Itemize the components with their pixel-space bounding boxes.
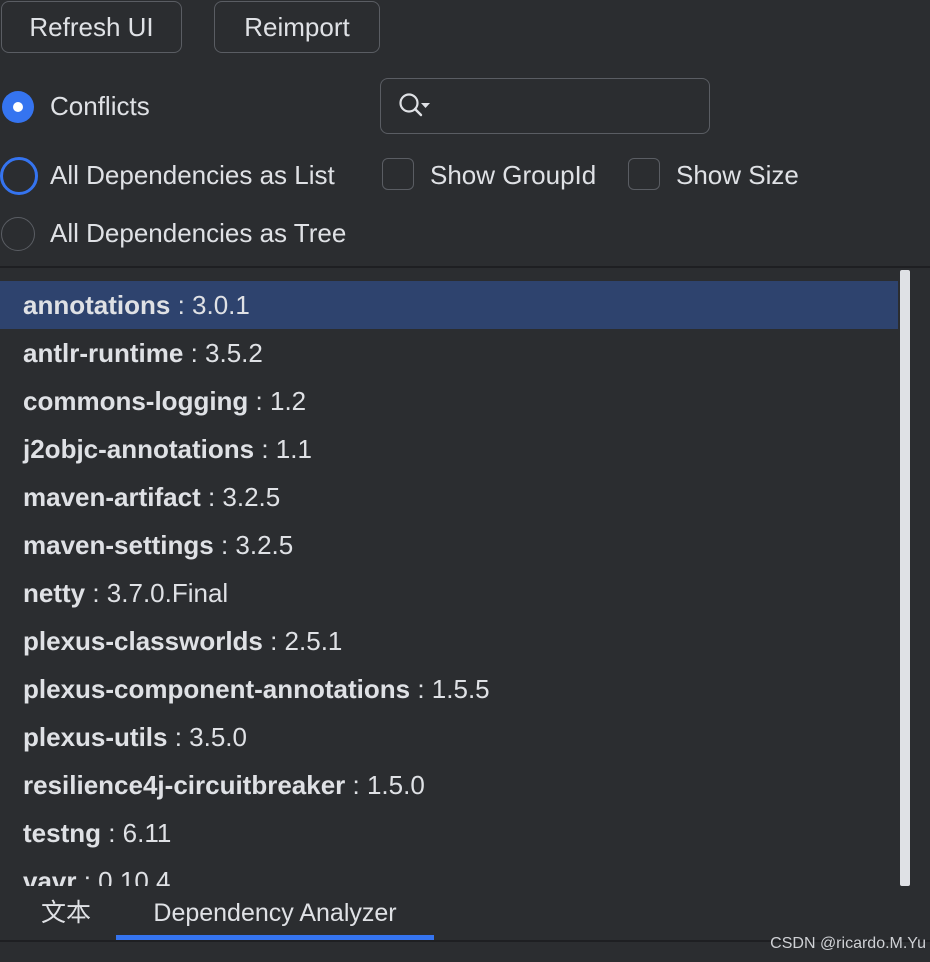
tab-text[interactable]: 文本 [26,886,106,940]
dependency-name: plexus-utils [23,722,168,752]
list-item[interactable]: plexus-component-annotations : 1.5.5 [0,665,898,713]
show-groupid-label: Show GroupId [430,160,597,190]
list-item[interactable]: plexus-utils : 3.5.0 [0,713,898,761]
dependency-version: : 0.10.4 [76,866,171,886]
dependency-version: : 1.2 [248,386,307,416]
list-item[interactable]: antlr-runtime : 3.5.2 [0,329,898,377]
list-item[interactable]: netty : 3.7.0.Final [0,569,898,617]
conflicts-radio[interactable] [2,91,34,123]
list-item[interactable]: j2objc-annotations : 1.1 [0,425,898,473]
dependency-name: maven-artifact [23,482,201,512]
dependency-name: commons-logging [23,386,249,416]
dependency-version: : 1.5.5 [410,674,490,704]
dependency-name: testng [23,818,101,848]
dependency-version: : 3.2.5 [200,482,281,512]
conflicts-label: Conflicts [50,91,150,121]
reimport-button[interactable]: Reimport [214,1,380,53]
search-field[interactable] [380,78,710,134]
dependency-name: plexus-classworlds [23,626,263,656]
dependency-name: maven-settings [23,530,214,560]
dependency-name: vavr [23,866,77,886]
dependency-list[interactable]: annotations : 3.0.1 antlr-runtime : 3.5.… [0,268,898,886]
tool-window-tabs: 文本 Dependency Analyzer [0,886,930,940]
show-groupid-checkbox[interactable] [382,158,414,190]
list-item[interactable]: plexus-classworlds : 2.5.1 [0,617,898,665]
watermark: CSDN @ricardo.M.Yu [770,935,926,952]
tree-radio[interactable] [1,217,35,251]
tab-dependency-analyzer[interactable]: Dependency Analyzer [116,886,434,940]
dependency-name: plexus-component-annotations [23,674,411,704]
list-item[interactable]: commons-logging : 1.2 [0,377,898,425]
dependency-version: : 3.2.5 [213,530,294,560]
dependency-name: resilience4j-circuitbreaker [23,770,346,800]
dependency-version: : 3.7.0.Final [85,578,229,608]
list-item[interactable]: testng : 6.11 [0,809,898,857]
search-icon[interactable] [397,91,433,121]
dependency-version: : 3.0.1 [170,290,250,320]
dependency-version: : 1.1 [254,434,312,464]
dependency-name: j2objc-annotations [23,434,255,464]
show-size-checkbox[interactable] [628,158,660,190]
dependency-version: : 6.11 [101,818,172,848]
dependency-name: annotations [23,290,171,320]
dependency-version: : 3.5.2 [183,338,263,368]
list-scrollbar[interactable] [900,270,910,886]
list-item[interactable]: maven-artifact : 3.2.5 [0,473,898,521]
dependency-version: : 1.5.0 [345,770,425,800]
show-size-label: Show Size [676,160,799,190]
list-item[interactable]: resilience4j-circuitbreaker : 1.5.0 [0,761,898,809]
search-input[interactable] [439,87,703,125]
list-label: All Dependencies as List [50,160,335,190]
tree-label: All Dependencies as Tree [50,218,347,248]
list-item[interactable]: maven-settings : 3.2.5 [0,521,898,569]
list-item[interactable]: annotations : 3.0.1 [0,281,898,329]
dependency-version: : 2.5.1 [262,626,343,656]
dependency-name: netty [23,578,86,608]
list-radio[interactable] [0,157,38,195]
refresh-ui-button[interactable]: Refresh UI [1,1,182,53]
dependency-version: : 3.5.0 [167,722,247,752]
dependency-name: antlr-runtime [23,338,184,368]
list-item[interactable]: vavr : 0.10.4 [0,857,898,886]
